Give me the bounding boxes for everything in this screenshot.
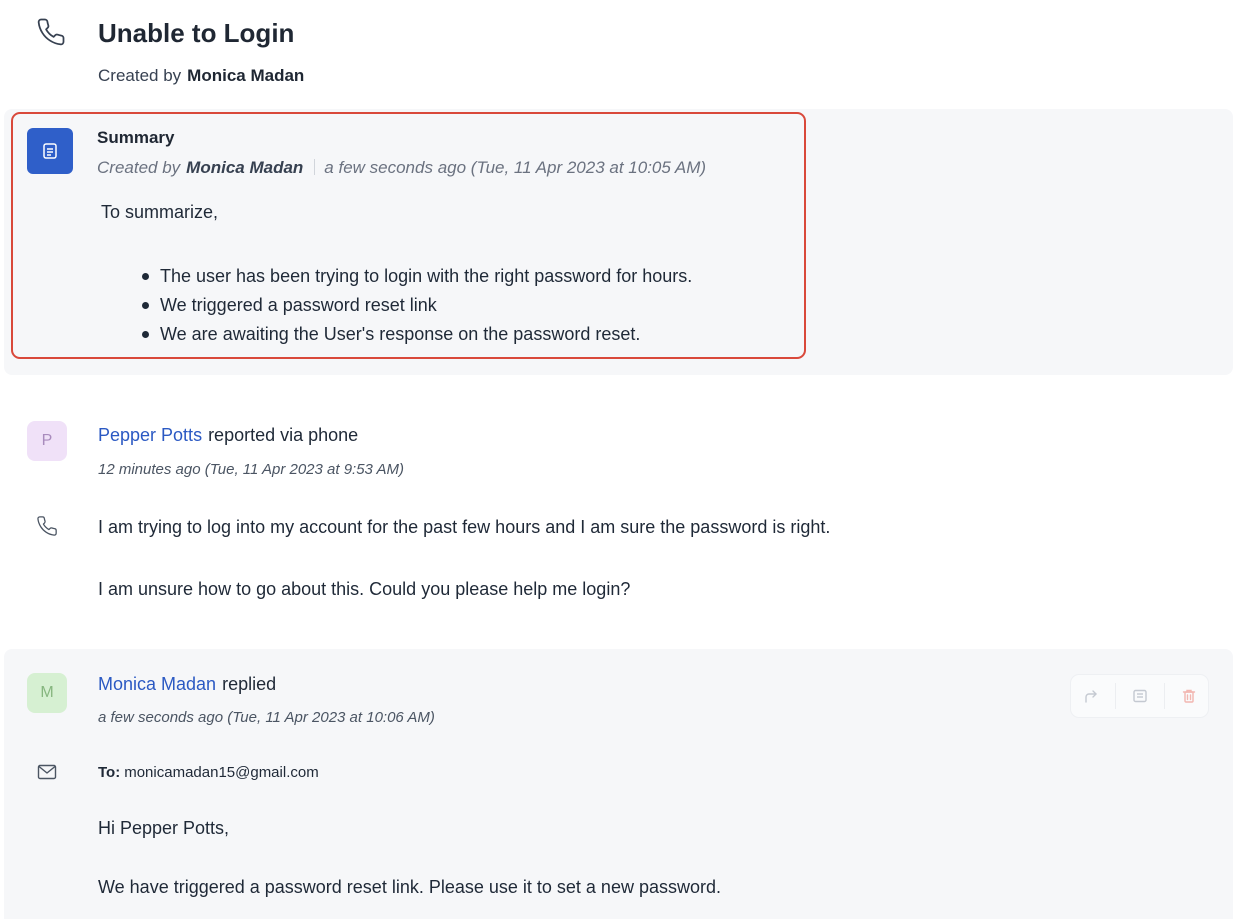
message-header: Monica Madan replied	[98, 672, 276, 696]
mail-icon	[37, 764, 57, 780]
summary-heading: Summary	[97, 128, 175, 147]
creator-name[interactable]: Monica Madan	[187, 66, 304, 85]
summary-point: We triggered a password reset link	[142, 291, 692, 320]
summary-meta: Created by Monica Madan a few seconds ago …	[97, 157, 706, 179]
ticket-created-by: Created by Monica Madan	[98, 64, 304, 88]
summary-point: The user has been trying to login with t…	[142, 262, 692, 291]
message-action: replied	[222, 674, 277, 694]
phone-icon	[36, 17, 66, 47]
summary-note-icon	[27, 128, 73, 174]
summary-created-by-label: Created by	[97, 158, 181, 177]
phone-icon	[36, 515, 58, 537]
message-paragraph: We have triggered a password reset link.…	[98, 877, 721, 897]
forward-icon[interactable]	[1076, 681, 1106, 711]
avatar: M	[27, 673, 67, 713]
avatar: P	[27, 421, 67, 461]
message-paragraph: I am trying to log into my account for t…	[98, 517, 831, 537]
message-timestamp: a few seconds ago (Tue, 11 Apr 2023 at 1…	[98, 709, 435, 726]
message-header: Pepper Potts reported via phone	[98, 423, 358, 447]
delete-icon[interactable]	[1174, 681, 1204, 711]
created-by-label: Created by	[98, 66, 182, 85]
action-divider	[1114, 683, 1116, 709]
message-action: reported via phone	[208, 425, 359, 445]
recipient-email: monicamadan15@gmail.com	[124, 764, 319, 781]
summary-intro: To summarize,	[101, 202, 219, 222]
author-name[interactable]: Monica Madan	[98, 674, 216, 694]
ticket-title: Unable to Login	[98, 18, 295, 48]
summary-point: We are awaiting the User's response on t…	[142, 320, 692, 349]
summary-author[interactable]: Monica Madan	[186, 158, 303, 177]
reply-actions	[1070, 674, 1209, 718]
action-divider	[1163, 683, 1165, 709]
summary-points: The user has been trying to login with t…	[142, 262, 692, 349]
message-paragraph: I am unsure how to go about this. Could …	[98, 579, 631, 599]
meta-divider	[314, 159, 316, 175]
message-timestamp: 12 minutes ago (Tue, 11 Apr 2023 at 9:53…	[98, 461, 405, 478]
author-name[interactable]: Pepper Potts	[98, 425, 202, 445]
to-label: To:	[98, 764, 121, 781]
reply-recipient: To: monicamadan15@gmail.com	[98, 763, 319, 783]
message-paragraph: Hi Pepper Potts,	[98, 818, 230, 838]
summary-timestamp: a few seconds ago (Tue, 11 Apr 2023 at 1…	[324, 158, 707, 177]
note-icon[interactable]	[1125, 681, 1155, 711]
